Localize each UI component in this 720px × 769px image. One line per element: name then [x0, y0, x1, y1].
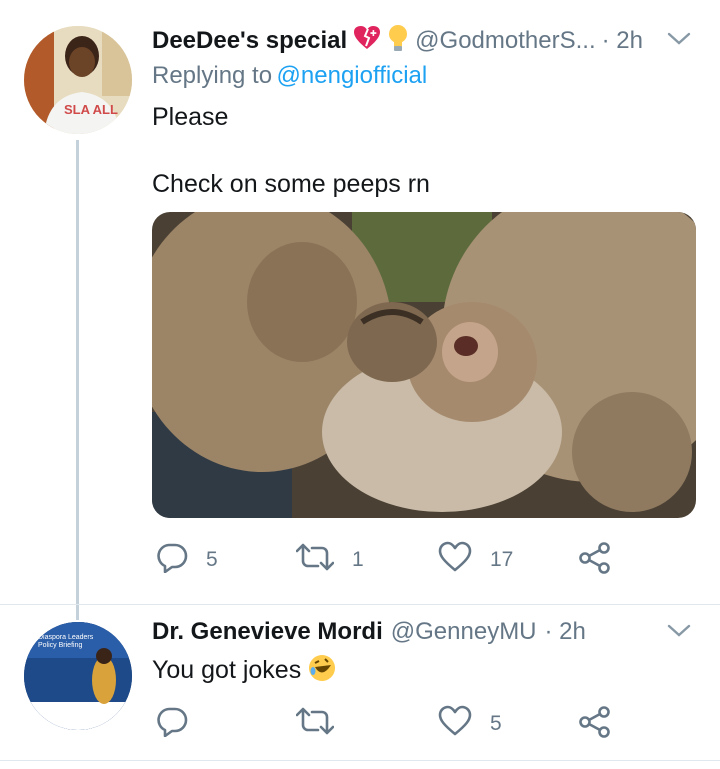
replying-to-link[interactable]: @nengiofficial — [277, 62, 428, 89]
reply-button[interactable] — [156, 705, 188, 742]
reply-icon — [156, 541, 188, 578]
author-name[interactable]: Dr. Genevieve Mordi — [152, 618, 383, 646]
reply-count: 5 — [206, 547, 218, 571]
avatar-image: SLA ALL — [24, 26, 132, 134]
retweet-button[interactable] — [295, 705, 335, 742]
svg-text:✚: ✚ — [370, 29, 377, 38]
like-icon — [438, 541, 472, 578]
tweet-text-line1: Please — [152, 103, 229, 131]
reply-icon — [156, 705, 188, 742]
avatar[interactable]: SLA ALL — [24, 26, 132, 134]
chevron-down-icon[interactable] — [666, 622, 692, 645]
avatar[interactable]: Diaspora Leaders Policy Briefing — [24, 622, 132, 730]
avatar-caption: Diaspora Leaders Policy Briefing — [38, 634, 94, 649]
like-button[interactable]: 17 — [438, 541, 513, 578]
like-count: 17 — [490, 547, 514, 571]
replying-to-label: Replying to — [152, 62, 273, 89]
share-icon — [578, 705, 612, 744]
like-button[interactable]: 5 — [438, 705, 502, 742]
tweet-divider — [0, 604, 720, 605]
thread-connector-line — [76, 140, 79, 620]
like-count: 5 — [490, 711, 502, 735]
bottom-divider — [0, 760, 720, 761]
laughing-emoji-icon — [307, 653, 337, 688]
heart-emoji-icon: ✚ — [353, 25, 381, 56]
lightbulb-emoji-icon — [387, 24, 409, 57]
chevron-down-icon[interactable] — [666, 30, 692, 53]
retweet-count: 1 — [352, 547, 364, 571]
share-button[interactable] — [578, 705, 612, 744]
like-icon — [438, 705, 472, 742]
tweet-text-line2: Check on some peeps rn — [152, 170, 430, 198]
retweet-button[interactable]: 1 — [295, 541, 364, 578]
share-icon — [578, 541, 612, 580]
reply-button[interactable]: 5 — [156, 541, 218, 578]
tweet-time: · 2h — [601, 26, 643, 54]
author-handle[interactable]: @GodmotherS... — [415, 27, 595, 55]
author-name[interactable]: DeeDee's special — [152, 27, 347, 55]
tweet-media-image[interactable] — [152, 212, 696, 518]
retweet-icon — [295, 541, 335, 578]
retweet-icon — [295, 705, 335, 742]
tweet-time: · 2h — [544, 618, 586, 645]
share-button[interactable] — [578, 541, 612, 580]
tweet-text: You got jokes — [152, 656, 302, 684]
author-handle[interactable]: @GenneyMU — [391, 618, 537, 646]
avatar-shirt-text: SLA ALL — [64, 102, 118, 117]
